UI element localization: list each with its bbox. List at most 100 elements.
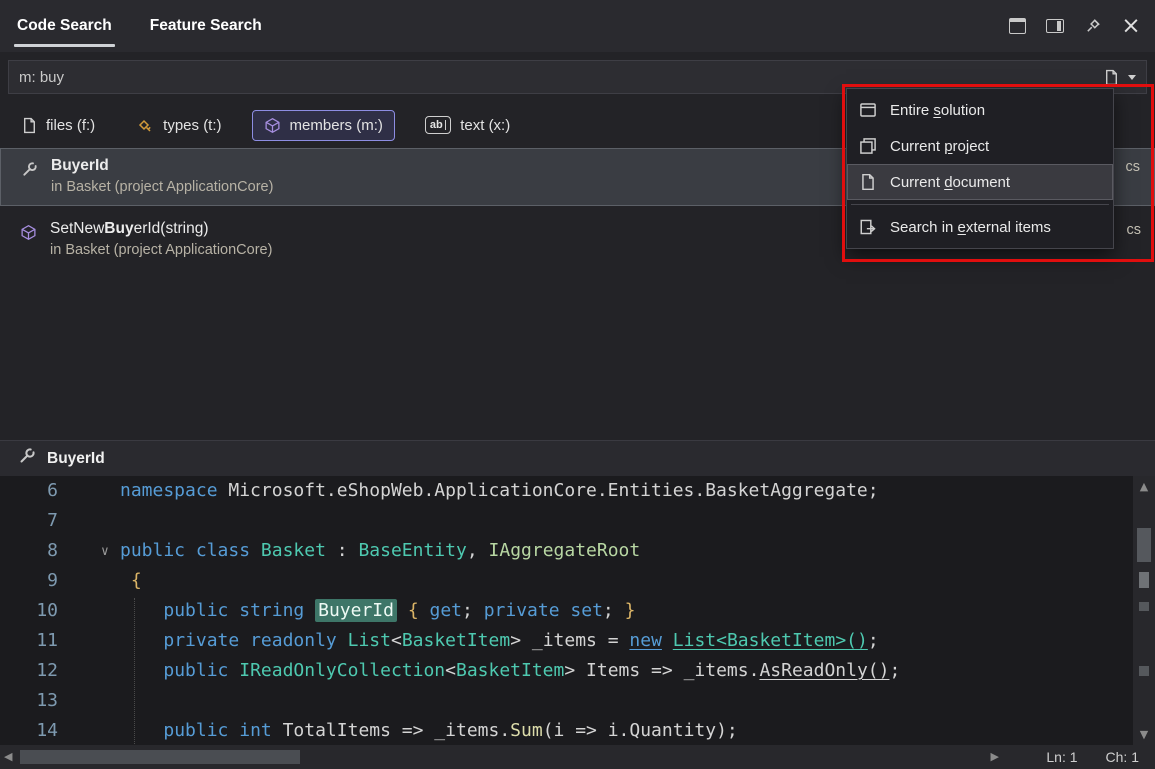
property-wrench-icon <box>21 161 38 183</box>
code-lines: 6namespace Microsoft.eShopWeb.Applicatio… <box>0 476 1133 745</box>
window-controls: × <box>1007 0 1141 52</box>
filter-members[interactable]: members (m:) <box>252 110 395 141</box>
code-editor[interactable]: 6namespace Microsoft.eShopWeb.Applicatio… <box>0 476 1133 745</box>
label-accel: e <box>958 219 966 236</box>
current-project-icon <box>858 137 878 155</box>
search-input[interactable] <box>9 69 1094 86</box>
menu-item-current-project[interactable]: Current project <box>847 128 1113 164</box>
scroll-marker <box>1139 666 1149 676</box>
filter-files[interactable]: files (f:) <box>10 110 107 141</box>
scroll-marker <box>1139 602 1149 611</box>
line-number: 11 <box>0 626 58 656</box>
label-pre: Entire <box>890 102 933 119</box>
code-line: 6namespace Microsoft.eShopWeb.Applicatio… <box>0 476 1133 506</box>
scroll-right-icon[interactable]: ▶ <box>991 750 999 763</box>
menu-item-label: Current project <box>890 138 989 155</box>
code-line: 13 <box>0 686 1133 716</box>
menu-item-current-document[interactable]: Current document <box>847 164 1113 200</box>
window-glyph <box>1009 18 1026 34</box>
filter-label: text (x:) <box>460 117 510 134</box>
title-match: Buy <box>51 157 80 174</box>
label-post: olution <box>941 102 985 119</box>
document-icon <box>1104 69 1119 86</box>
dock-window-icon[interactable] <box>1007 16 1027 36</box>
tab-label: Feature Search <box>150 17 262 35</box>
label-post: roject <box>953 138 990 155</box>
filter-text[interactable]: ab text (x:) <box>413 109 522 141</box>
scroll-marker <box>1139 572 1149 588</box>
label-pre: Search in <box>890 219 958 236</box>
filter-label: types (t:) <box>163 117 221 134</box>
filter-row: files (f:) types (t:) members (m:) ab te… <box>10 104 522 146</box>
line-number: 14 <box>0 716 58 745</box>
line-number: 8 <box>0 536 58 566</box>
result-title: BuyerId <box>51 157 109 175</box>
status-line: Ln: 1 <box>1046 749 1077 765</box>
tab-feature-search[interactable]: Feature Search <box>147 0 265 52</box>
vertical-scrollbar[interactable]: ▲ ▼ <box>1133 476 1155 745</box>
tabbar: Code Search Feature Search × <box>0 0 1155 52</box>
code-line: 12 public IReadOnlyCollection<BasketItem… <box>0 656 1133 686</box>
code-search-window: Code Search Feature Search × files (f:) <box>0 0 1155 769</box>
current-document-icon <box>858 173 878 191</box>
line-number: 7 <box>0 506 58 536</box>
search-scope-menu: Entire solution Current project Current … <box>846 88 1114 249</box>
preview-header: BuyerId <box>0 440 1155 476</box>
line-number: 12 <box>0 656 58 686</box>
line-number: 10 <box>0 596 58 626</box>
title-post: erId <box>80 157 108 174</box>
title-match: Buy <box>104 220 133 237</box>
label-pre: Current <box>890 138 944 155</box>
menu-item-label: Search in external items <box>890 219 1051 236</box>
horizontal-scrollbar[interactable]: ◀ ▶ <box>0 745 1005 769</box>
text-icon: ab <box>425 116 451 134</box>
indent-guide <box>134 598 135 745</box>
title-pre: SetNew <box>50 220 104 237</box>
line-number: 13 <box>0 686 58 716</box>
status-column: Ch: 1 <box>1106 749 1139 765</box>
label-pre: Current <box>890 174 944 191</box>
result-filetype-badge: cs <box>1127 222 1142 238</box>
vertical-scroll-thumb[interactable] <box>1137 528 1151 562</box>
filter-types[interactable]: types (t:) <box>125 110 233 141</box>
scroll-down-icon[interactable]: ▼ <box>1133 728 1155 741</box>
label-post: ocument <box>953 174 1011 191</box>
code-line: 9 { <box>0 566 1133 596</box>
method-cube-icon <box>20 224 37 246</box>
result-filetype-badge: cs <box>1126 159 1141 175</box>
external-items-icon <box>858 218 878 236</box>
close-icon[interactable]: × <box>1121 16 1141 36</box>
scroll-up-icon[interactable]: ▲ <box>1133 480 1155 493</box>
property-wrench-icon <box>18 447 36 470</box>
line-number: 9 <box>0 566 58 596</box>
horizontal-scroll-thumb[interactable] <box>20 750 300 764</box>
code-line: 11 private readonly List<BasketItem> _it… <box>0 626 1133 656</box>
split-window-icon[interactable] <box>1045 16 1065 36</box>
code-line: 8∨public class Basket : BaseEntity, IAgg… <box>0 536 1133 566</box>
label-post: xternal items <box>966 219 1051 236</box>
menu-separator <box>851 204 1109 205</box>
tab-label: Code Search <box>17 17 112 35</box>
filter-label: files (f:) <box>46 117 95 134</box>
label-accel: s <box>933 102 941 119</box>
entire-solution-icon <box>858 101 878 119</box>
tab-code-search[interactable]: Code Search <box>14 0 115 52</box>
result-location: in Basket (project ApplicationCore) <box>50 242 272 258</box>
scroll-left-icon[interactable]: ◀ <box>4 750 12 763</box>
text-caret-glyph <box>445 120 447 130</box>
cube-icon <box>264 117 281 134</box>
label-accel: p <box>944 138 952 155</box>
menu-item-search-external-items[interactable]: Search in external items <box>847 209 1113 245</box>
result-title: SetNewBuyerId(string) <box>50 220 209 238</box>
pin-glyph <box>1085 18 1101 34</box>
split-glyph <box>1046 19 1064 33</box>
line-number: 6 <box>0 476 58 506</box>
filter-label: members (m:) <box>290 117 383 134</box>
result-location: in Basket (project ApplicationCore) <box>51 179 273 195</box>
code-line: 7 <box>0 506 1133 536</box>
menu-item-entire-solution[interactable]: Entire solution <box>847 92 1113 128</box>
pin-icon[interactable] <box>1083 16 1103 36</box>
code-line: 14 public int TotalItems => _items.Sum(i… <box>0 716 1133 745</box>
preview-title: BuyerId <box>47 450 105 468</box>
label-accel: d <box>944 174 952 191</box>
